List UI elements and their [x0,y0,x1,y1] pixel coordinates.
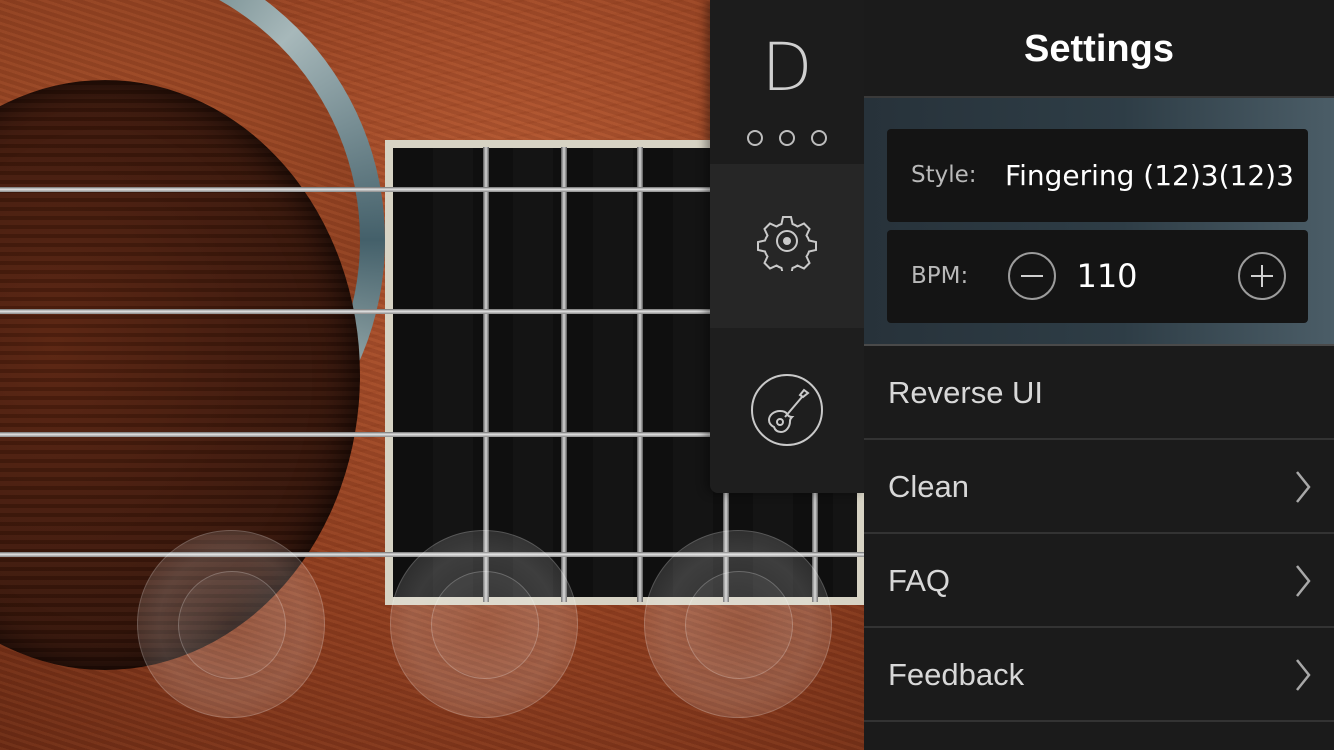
gear-icon [757,211,817,276]
menu-item-label: Clean [888,469,969,504]
instrument-button[interactable] [710,328,864,493]
touch-pad[interactable] [390,530,578,718]
chord-selector[interactable]: D [710,0,864,164]
settings-panel: Settings Style: Fingering (12)3(12)3 BPM… [864,0,1334,750]
style-label: Style: [911,162,977,188]
menu-item-label: FAQ [888,563,951,598]
settings-button[interactable] [710,164,864,328]
side-toolbar: D [710,0,864,493]
pattern-dot [779,130,795,146]
menu-item-reverse-ui[interactable]: Reverse UI [864,346,1334,440]
settings-menu: Reverse UI Clean FAQ Feedback [864,346,1334,722]
chevron-right-icon [1296,659,1311,691]
menu-item-label: Feedback [888,657,1025,692]
touch-pad[interactable] [644,530,832,718]
menu-item-faq[interactable]: FAQ [864,534,1334,628]
pattern-dots [710,130,864,150]
touch-pad[interactable] [137,530,325,718]
menu-item-label: Reverse UI [888,375,1044,410]
bpm-label: BPM: [911,263,969,289]
chevron-right-icon [1296,471,1311,503]
menu-item-feedback[interactable]: Feedback [864,628,1334,722]
pattern-dot [747,130,763,146]
style-selector[interactable]: Style: Fingering (12)3(12)3 [887,129,1308,222]
pattern-dot [811,130,827,146]
menu-item-clean[interactable]: Clean [864,440,1334,534]
chevron-right-icon [1296,565,1311,597]
panel-title: Settings [864,0,1334,98]
fret [561,147,567,602]
bpm-increase-button[interactable] [1238,252,1286,300]
rhythm-config: Style: Fingering (12)3(12)3 BPM: 110 [864,98,1334,346]
style-value: Fingering (12)3(12)3 [1005,159,1294,192]
guitar-icon [750,373,824,447]
bpm-control: BPM: 110 [887,230,1308,323]
chord-label: D [761,29,813,106]
bpm-value: 110 [1076,257,1138,295]
fret [637,147,643,602]
